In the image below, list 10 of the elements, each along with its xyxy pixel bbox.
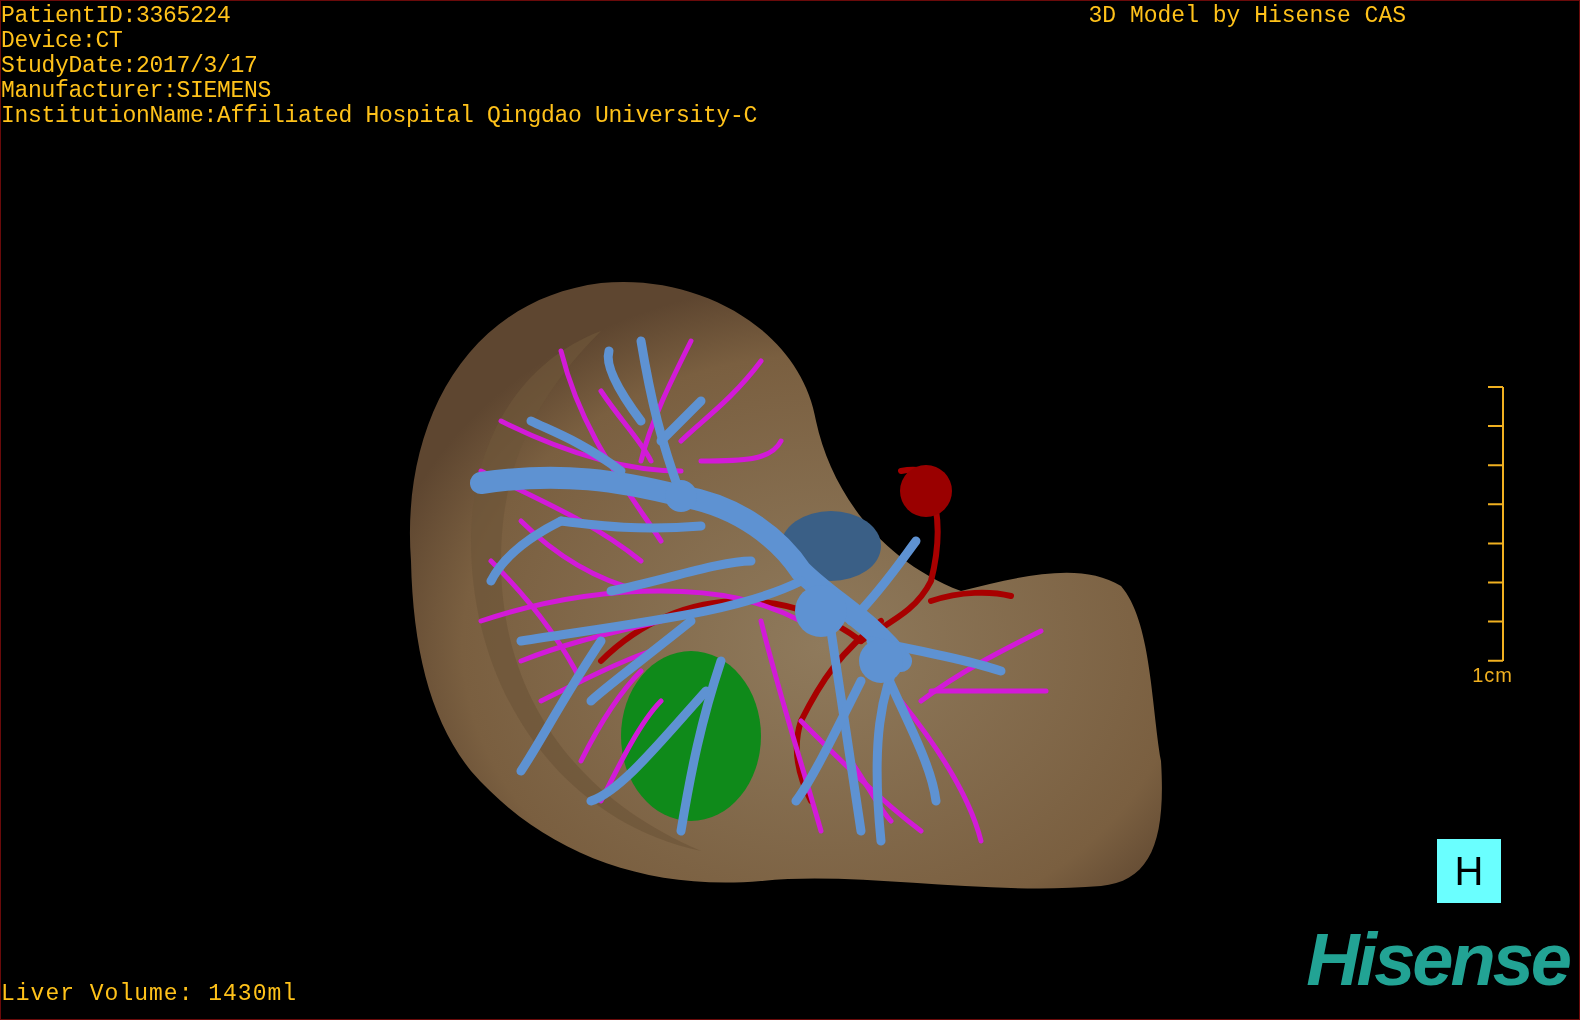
study-info-line: StudyDate:2017/3/17 — [1, 54, 258, 79]
study-info-line: InstitutionName:Affiliated Hospital Qingdao University-C — [1, 104, 758, 129]
scale-label: 1cm — [1472, 664, 1513, 687]
brand-logo: Hisense — [1306, 923, 1571, 997]
study-info-line: Device:CT — [1, 29, 123, 54]
study-info-line: Manufacturer:SIEMENS — [1, 79, 272, 104]
view-button[interactable]: H — [1437, 839, 1501, 903]
study-info-line: PatientID:3365224 — [1, 4, 231, 29]
liver-volume: Liver Volume: 1430ml — [1, 981, 298, 1007]
model-credit: 3D Model by Hisense CAS — [1088, 2, 1406, 29]
